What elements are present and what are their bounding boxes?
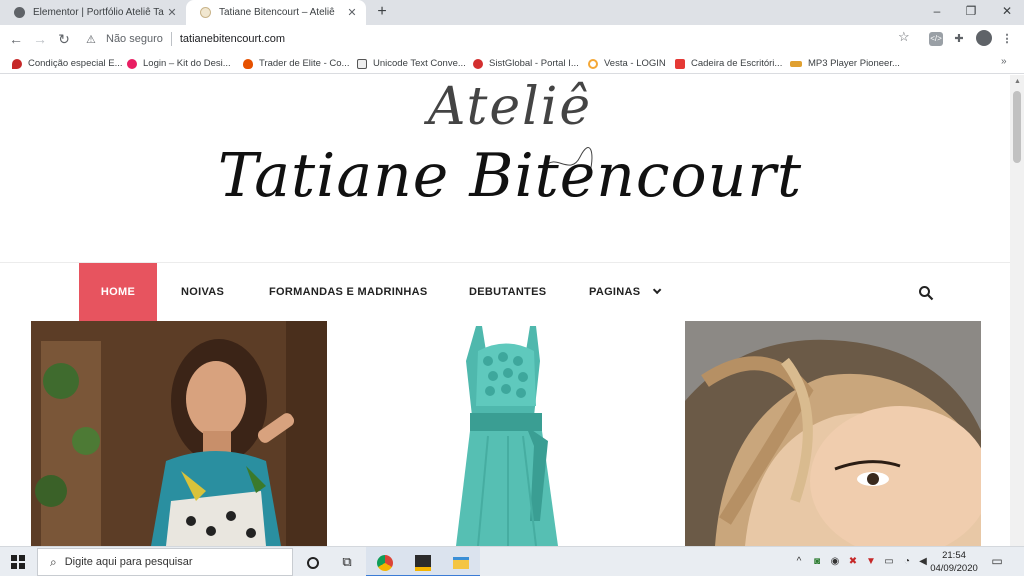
teal-ruffle-dress-photo[interactable] [358, 321, 654, 546]
bookmark-item[interactable]: Login – Kit do Desi... [127, 56, 231, 71]
bookmark-item[interactable]: Vesta - LOGIN [588, 56, 666, 71]
wifi-icon[interactable]: ◔ [900, 555, 914, 569]
bookmark-label: Vesta - LOGIN [604, 58, 666, 69]
site-favicon-icon [200, 7, 211, 18]
nav-home[interactable]: HOME [79, 263, 157, 321]
screen: Elementor | Portfólio Ateliê Tatiane ✕ T… [0, 0, 1024, 576]
bookmark-item[interactable]: Cadeira de Escritóri... [675, 56, 782, 71]
pink-heart-icon [127, 58, 137, 69]
bookmark-label: Condição especial E... [28, 58, 123, 69]
cortana-icon[interactable] [294, 547, 332, 576]
window-close-icon[interactable]: ✕ [990, 0, 1024, 25]
devtools-extension-icon[interactable]: </> [929, 32, 943, 46]
bookmark-item[interactable]: Condição especial E... [12, 56, 123, 71]
bookmark-label: Cadeira de Escritóri... [691, 58, 783, 69]
bookmark-item[interactable]: SistGlobal - Portal I... [473, 56, 579, 71]
scroll-up-icon[interactable]: ▲ [1014, 78, 1021, 85]
notification-icon[interactable]: ▭ [988, 554, 1006, 570]
bookmark-label: Login – Kit do Desi... [143, 58, 231, 69]
url-text[interactable]: tatianebitencourt.com [180, 33, 285, 45]
address-bar[interactable]: ⚠ Não seguro tatianebitencourt.com [80, 27, 918, 51]
bookmark-label: MP3 Player Pioneer... [808, 58, 900, 69]
chevron-down-icon [652, 285, 662, 295]
vesta-icon [588, 58, 598, 69]
tray-chevron-icon[interactable]: ^ [792, 555, 806, 569]
more-bookmarks-icon[interactable]: » [1001, 56, 1007, 67]
logo-name-text: Tatiane Bitencourt [217, 141, 803, 211]
page-scrollbar[interactable]: ▲ [1010, 75, 1024, 546]
task-view-icon[interactable]: ⧉ [328, 547, 366, 576]
nav-formandas-madrinhas[interactable]: FORMANDAS E MADRINHAS [269, 263, 427, 321]
wordpress-icon [14, 7, 25, 18]
tab-elementor[interactable]: Elementor | Portfólio Ateliê Tatiane ✕ [0, 0, 186, 25]
tray-security-icon[interactable]: ◙ [810, 555, 824, 569]
sistglobal-icon [473, 58, 483, 69]
windows-start-icon[interactable] [11, 555, 25, 569]
taskbar-search-box[interactable]: ⌕ Digite aqui para pesquisar [37, 548, 293, 576]
photo-art [31, 321, 327, 546]
forward-arrow-icon[interactable]: → [30, 29, 50, 49]
logo-atelie-text: Ateliê [427, 77, 593, 137]
nav-paginas-label: PAGINAS [589, 286, 641, 298]
nav-noivas[interactable]: NOIVAS [181, 263, 224, 321]
tray-device-icon[interactable]: ▭ [882, 555, 896, 569]
bookmarks-bar: Condição especial E... Login – Kit do De… [0, 53, 1024, 74]
back-arrow-icon[interactable]: ← [6, 29, 26, 49]
m-icon [675, 58, 685, 69]
nav-paginas[interactable]: PAGINAS [589, 263, 662, 321]
tray-x-icon[interactable]: ✖ [846, 555, 860, 569]
photo-art [685, 321, 981, 546]
restore-icon[interactable]: ❐ [954, 0, 988, 25]
chrome-menu-icon[interactable]: ⋮ [998, 30, 1016, 48]
tray-eye-icon[interactable]: ◉ [828, 555, 842, 569]
security-label: Não seguro [106, 33, 163, 45]
photo-art [456, 326, 558, 546]
tab-title: Elementor | Portfólio Ateliê Tatiane [33, 7, 164, 18]
bookmark-label: SistGlobal - Portal I... [489, 58, 579, 69]
woman-closeup-face-photo[interactable] [685, 321, 981, 546]
tab-strip: Elementor | Portfólio Ateliê Tatiane ✕ T… [0, 0, 1024, 25]
unicode-icon [357, 58, 367, 69]
volume-icon[interactable]: ◀ [916, 555, 930, 569]
site-logo[interactable]: Ateliê Tatiane Bitencourt [210, 77, 810, 261]
bookmark-item[interactable]: Unicode Text Conve... [357, 56, 466, 71]
bookmark-label: Unicode Text Conve... [373, 58, 466, 69]
clock-date: 04/09/2020 [930, 563, 978, 574]
extensions-puzzle-icon[interactable]: ✚ [950, 30, 968, 48]
windows-taskbar: ⌕ Digite aqui para pesquisar ⧉ ^ ◙ ◉ ✖ ▼… [0, 546, 1024, 576]
new-tab-icon[interactable]: + [372, 2, 392, 22]
flame-icon [243, 58, 253, 69]
warning-icon[interactable]: ⚠ [86, 33, 100, 46]
address-separator [170, 32, 172, 46]
mp3-icon [790, 60, 802, 67]
search-icon: ⌕ [50, 554, 57, 569]
tab-close-icon[interactable]: ✕ [164, 6, 180, 19]
web-page: Ateliê Tatiane Bitencourt HOME NOIVAS FO… [0, 75, 1010, 546]
scrollbar-thumb[interactable] [1013, 91, 1021, 163]
file-explorer-icon[interactable] [442, 547, 480, 576]
minimize-icon[interactable]: – [920, 0, 954, 25]
tab-close-icon[interactable]: ✕ [344, 6, 360, 19]
nav-debutantes[interactable]: DEBUTANTES [469, 263, 546, 321]
taskbar-clock[interactable]: 21:54 04/09/2020 [930, 549, 978, 575]
bookmark-star-icon[interactable]: ☆ [898, 29, 910, 45]
bookmark-item[interactable]: Trader de Elite - Co... [243, 56, 349, 71]
taskbar-search-placeholder: Digite aqui para pesquisar [64, 556, 193, 568]
browser-toolbar: ← → ↻ ⚠ Não seguro tatianebitencourt.com… [0, 25, 1024, 53]
sublime-taskbar-icon[interactable] [404, 547, 442, 576]
bookmark-item[interactable]: MP3 Player Pioneer... [790, 56, 900, 71]
tray-mcafee-icon[interactable]: ▼ [864, 555, 878, 569]
main-navigation: HOME NOIVAS FORMANDAS E MADRINHAS DEBUTA… [0, 263, 1010, 321]
red-drop-icon [12, 58, 22, 69]
woman-in-printed-dress-photo[interactable] [31, 321, 327, 546]
tab-title: Tatiane Bitencourt – Ateliê [219, 7, 335, 18]
clock-time: 21:54 [942, 550, 966, 561]
search-icon[interactable] [918, 285, 934, 301]
reload-icon[interactable]: ↻ [54, 29, 74, 49]
profile-avatar-icon[interactable] [976, 30, 992, 46]
bookmark-label: Trader de Elite - Co... [259, 58, 350, 69]
chrome-taskbar-icon[interactable] [366, 547, 404, 576]
tab-tatiane[interactable]: Tatiane Bitencourt – Ateliê ✕ [186, 0, 366, 25]
